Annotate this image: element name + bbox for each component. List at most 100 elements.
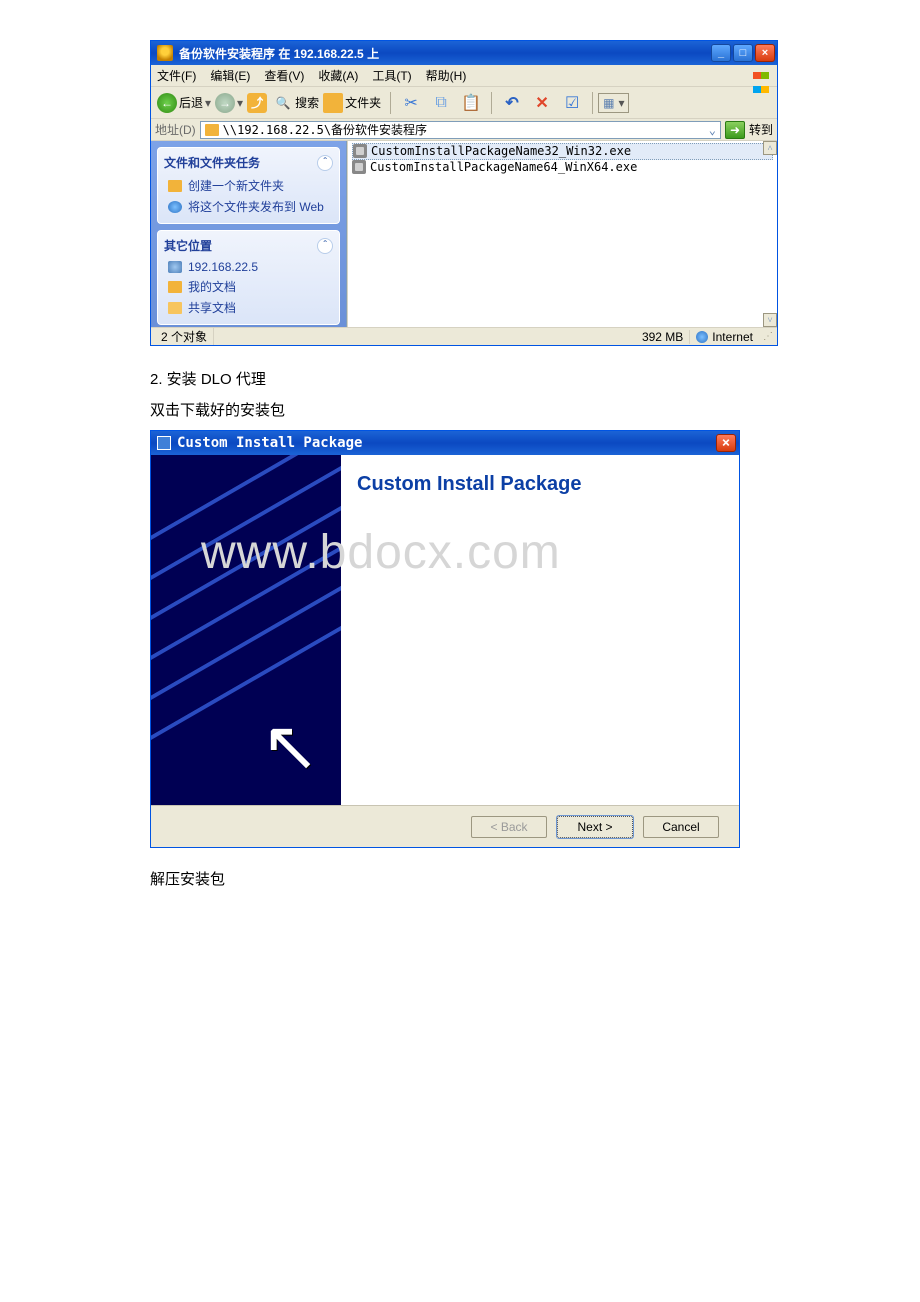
folder-up-icon: ⤴ xyxy=(247,93,267,113)
menu-bar: 文件(F) 编辑(E) 查看(V) 收藏(A) 工具(T) 帮助(H) xyxy=(151,65,777,87)
toolbar-separator-3 xyxy=(592,92,593,114)
task-new-folder[interactable]: 创建一个新文件夹 xyxy=(164,175,333,196)
new-folder-icon xyxy=(168,180,182,192)
file-item[interactable]: CustomInstallPackageName64_WinX64.exe xyxy=(352,160,773,175)
views-icon: ▦ xyxy=(603,96,614,110)
toolbar-separator-2 xyxy=(491,92,492,114)
copy-icon[interactable]: ⧉ xyxy=(430,92,452,114)
views-chevron-icon: ▾ xyxy=(618,96,624,110)
menu-edit[interactable]: 编辑(E) xyxy=(210,67,250,84)
menu-help[interactable]: 帮助(H) xyxy=(426,67,467,84)
installer-titlebar: Custom Install Package × xyxy=(151,431,739,455)
internet-zone-icon xyxy=(696,331,708,343)
other-places-panel: 其它位置 ˆ 192.168.22.5 我的文档 共享文档 xyxy=(157,230,340,325)
explorer-window: 备份软件安装程序 在 192.168.22.5 上 _ □ × 文件(F) 编辑… xyxy=(150,40,778,346)
bullet-1: 双击下载好的安装包 xyxy=(150,399,770,420)
menu-view[interactable]: 查看(V) xyxy=(264,67,304,84)
installer-dialog: Custom Install Package × ↖ Custom Instal… xyxy=(150,430,740,848)
minimize-button[interactable]: _ xyxy=(711,44,731,62)
search-icon: 🔍 xyxy=(273,93,293,113)
status-objects: 2 个对象 xyxy=(155,328,214,345)
tasks-panel: 文件和文件夹任务 ˆ 创建一个新文件夹 将这个文件夹发布到 Web xyxy=(157,147,340,224)
back-dropdown-icon[interactable]: ▾ xyxy=(205,96,211,110)
exe-icon xyxy=(352,160,366,174)
menu-tools[interactable]: 工具(T) xyxy=(372,67,411,84)
folder-network-icon xyxy=(157,45,173,61)
status-zone-label: Internet xyxy=(712,330,753,344)
menu-file[interactable]: 文件(F) xyxy=(157,67,196,84)
back-arrow-icon: ← xyxy=(157,93,177,113)
file-list: ˄ CustomInstallPackageName32_Win32.exe C… xyxy=(347,141,777,327)
installer-button-row: < Back Next > Cancel xyxy=(151,805,739,847)
shared-docs-icon xyxy=(168,302,182,314)
scroll-up-button[interactable]: ˄ xyxy=(763,141,777,155)
undo-icon[interactable]: ↶ xyxy=(501,92,523,114)
address-path: \\192.168.22.5\备份软件安装程序 xyxy=(223,121,427,138)
scroll-down-button[interactable]: ˅ xyxy=(763,313,777,327)
paste-icon[interactable]: 📋 xyxy=(460,92,482,114)
file-name-1: CustomInstallPackageName32_Win32.exe xyxy=(371,144,631,158)
forward-arrow-icon: → xyxy=(215,93,235,113)
loc-mydocs[interactable]: 我的文档 xyxy=(164,276,333,297)
back-button: < Back xyxy=(471,816,547,838)
mydocs-icon xyxy=(168,281,182,293)
fwd-dropdown-icon[interactable]: ▾ xyxy=(237,96,243,110)
forward-button[interactable]: → ▾ xyxy=(215,93,243,113)
status-zone: Internet xyxy=(690,330,759,344)
task-new-folder-label: 创建一个新文件夹 xyxy=(188,177,284,194)
explorer-side-pane: 文件和文件夹任务 ˆ 创建一个新文件夹 将这个文件夹发布到 Web 其它位置 ˆ xyxy=(151,141,347,327)
address-input[interactable]: \\192.168.22.5\备份软件安装程序 ⌄ xyxy=(200,121,721,139)
go-label: 转到 xyxy=(749,121,773,138)
back-label: 后退 xyxy=(179,94,203,111)
folders-icon xyxy=(323,93,343,113)
installer-main-pane: Custom Install Package www.bdocx.com xyxy=(341,455,739,805)
folders-button[interactable]: 文件夹 xyxy=(323,93,381,113)
address-dropdown-icon[interactable]: ⌄ xyxy=(709,123,716,137)
step-heading: 2. 安装 DLO 代理 xyxy=(150,368,770,389)
loc-ip[interactable]: 192.168.22.5 xyxy=(164,258,333,276)
window-title: 备份软件安装程序 在 192.168.22.5 上 xyxy=(179,45,379,62)
resize-grip-icon[interactable]: ⋰ xyxy=(763,331,773,342)
cancel-button[interactable]: Cancel xyxy=(643,816,719,838)
task-publish-label: 将这个文件夹发布到 Web xyxy=(188,198,324,215)
loc-mydocs-label: 我的文档 xyxy=(188,278,236,295)
address-label: 地址(D) xyxy=(155,121,196,138)
toolbar-separator xyxy=(390,92,391,114)
next-button[interactable]: Next > xyxy=(557,816,633,838)
file-name-2: CustomInstallPackageName64_WinX64.exe xyxy=(370,160,637,174)
address-folder-icon xyxy=(205,124,219,136)
installer-title-icon xyxy=(157,436,171,450)
tasks-collapse-icon[interactable]: ˆ xyxy=(317,155,333,171)
tasks-title: 文件和文件夹任务 xyxy=(164,154,260,171)
installer-title: Custom Install Package xyxy=(177,435,362,451)
other-title: 其它位置 xyxy=(164,237,212,254)
cut-icon[interactable]: ✂ xyxy=(400,92,422,114)
menu-favorites[interactable]: 收藏(A) xyxy=(318,67,358,84)
search-button[interactable]: 🔍 搜索 xyxy=(273,93,319,113)
back-button[interactable]: ← 后退 ▾ xyxy=(157,93,211,113)
windows-flag-icon xyxy=(753,68,773,84)
installer-heading: Custom Install Package xyxy=(357,473,723,496)
task-publish-web[interactable]: 将这个文件夹发布到 Web xyxy=(164,196,333,217)
installer-close-button[interactable]: × xyxy=(716,434,736,452)
other-collapse-icon[interactable]: ˆ xyxy=(317,238,333,254)
delete-icon[interactable]: ✕ xyxy=(531,92,553,114)
toolbar: ← 后退 ▾ → ▾ ⤴ 🔍 搜索 文件夹 ✂ ⧉ 📋 ↶ ✕ ☑ ▦ ▾ xyxy=(151,87,777,119)
search-label: 搜索 xyxy=(295,94,319,111)
go-button[interactable]: ➜ xyxy=(725,121,745,139)
close-button[interactable]: × xyxy=(755,44,775,62)
maximize-button[interactable]: □ xyxy=(733,44,753,62)
views-dropdown[interactable]: ▦ ▾ xyxy=(598,93,629,113)
bullet-2: 解压安装包 xyxy=(150,868,770,889)
network-place-icon xyxy=(168,261,182,273)
exe-icon xyxy=(353,144,367,158)
loc-shareddocs[interactable]: 共享文档 xyxy=(164,297,333,318)
up-button[interactable]: ⤴ xyxy=(247,93,269,113)
properties-icon[interactable]: ☑ xyxy=(561,92,583,114)
loc-shareddocs-label: 共享文档 xyxy=(188,299,236,316)
status-bar: 2 个对象 392 MB Internet ⋰ xyxy=(151,327,777,345)
file-item-selected[interactable]: CustomInstallPackageName32_Win32.exe xyxy=(352,143,773,160)
globe-icon xyxy=(168,201,182,213)
status-size: 392 MB xyxy=(636,330,690,344)
loc-ip-label: 192.168.22.5 xyxy=(188,260,258,274)
